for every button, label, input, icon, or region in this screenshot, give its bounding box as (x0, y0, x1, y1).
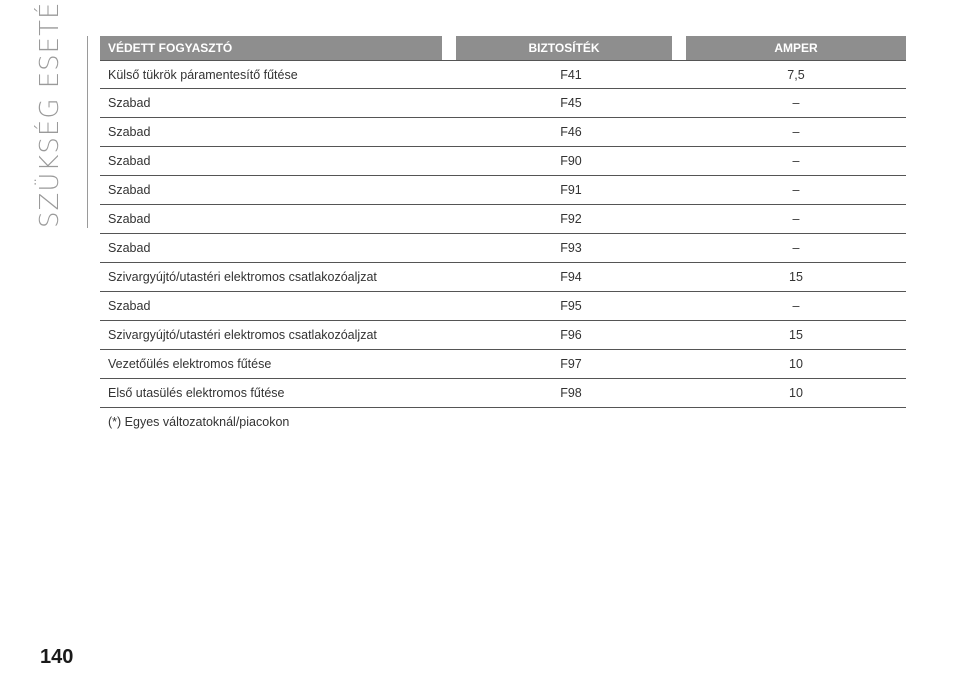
cell-consumer: Szabad (108, 183, 151, 197)
table-row: Szivargyújtó/utastéri elektromos csatlak… (100, 263, 906, 292)
cell-consumer: Szivargyújtó/utastéri elektromos csatlak… (108, 270, 377, 284)
cell-consumer: Szabad (108, 96, 151, 110)
table-row: Szabad F93 – (100, 234, 906, 263)
cell-fuse: F46 (560, 125, 582, 139)
cell-fuse: F41 (560, 68, 582, 82)
table-row: Szabad F45 – (100, 89, 906, 118)
cell-consumer: Vezetőülés elektromos fűtése (108, 357, 272, 371)
cell-fuse: F94 (560, 270, 582, 284)
section-title: SZÜKSÉG ESETÉN (35, 0, 65, 228)
cell-fuse: F90 (560, 154, 582, 168)
cell-fuse: F92 (560, 212, 582, 226)
cell-consumer: Külső tükrök páramentesítő fűtése (108, 68, 298, 82)
cell-ampere: 15 (789, 270, 803, 284)
table-row: Első utasülés elektromos fűtése F98 10 (100, 379, 906, 408)
table-header: VÉDETT FOGYASZTÓ BIZTOSÍTÉK AMPER (100, 36, 906, 60)
cell-consumer: Szivargyújtó/utastéri elektromos csatlak… (108, 328, 377, 342)
header-ampere: AMPER (686, 36, 906, 60)
cell-consumer: Szabad (108, 154, 151, 168)
cell-ampere: – (792, 183, 800, 197)
table-footnote: (*) Egyes változatoknál/piacokon (108, 415, 290, 429)
fuse-table: VÉDETT FOGYASZTÓ BIZTOSÍTÉK AMPER Külső … (100, 36, 906, 436)
cell-fuse: F96 (560, 328, 582, 342)
table-row: Vezetőülés elektromos fűtése F97 10 (100, 350, 906, 379)
cell-ampere: 7,5 (787, 68, 805, 82)
cell-ampere: – (792, 96, 800, 110)
table-row: Szabad F95 – (100, 292, 906, 321)
cell-ampere: 10 (789, 386, 803, 400)
cell-consumer: Szabad (108, 299, 151, 313)
cell-fuse: F93 (560, 241, 582, 255)
cell-consumer: Szabad (108, 212, 151, 226)
table-row: Szabad F46 – (100, 118, 906, 147)
cell-ampere: – (792, 212, 800, 226)
table-row: Külső tükrök páramentesítő fűtése F41 7,… (100, 60, 906, 89)
table-row: Szabad F92 – (100, 205, 906, 234)
table-row: Szabad F90 – (100, 147, 906, 176)
cell-ampere: 10 (789, 357, 803, 371)
cell-fuse: F91 (560, 183, 582, 197)
table-row: Szivargyújtó/utastéri elektromos csatlak… (100, 321, 906, 350)
cell-fuse: F97 (560, 357, 582, 371)
section-divider (87, 36, 88, 228)
cell-consumer: Szabad (108, 125, 151, 139)
cell-ampere: – (792, 299, 800, 313)
cell-ampere: 15 (789, 328, 803, 342)
header-fuse: BIZTOSÍTÉK (456, 36, 672, 60)
cell-fuse: F45 (560, 96, 582, 110)
cell-ampere: – (792, 154, 800, 168)
cell-fuse: F95 (560, 299, 582, 313)
header-consumer: VÉDETT FOGYASZTÓ (100, 36, 442, 60)
table-row: Szabad F91 – (100, 176, 906, 205)
cell-ampere: – (792, 241, 800, 255)
cell-ampere: – (792, 125, 800, 139)
cell-fuse: F98 (560, 386, 582, 400)
table-body: Külső tükrök páramentesítő fűtése F41 7,… (100, 60, 906, 408)
cell-consumer: Szabad (108, 241, 151, 255)
page-number: 140 (40, 646, 74, 668)
cell-consumer: Első utasülés elektromos fűtése (108, 386, 285, 400)
